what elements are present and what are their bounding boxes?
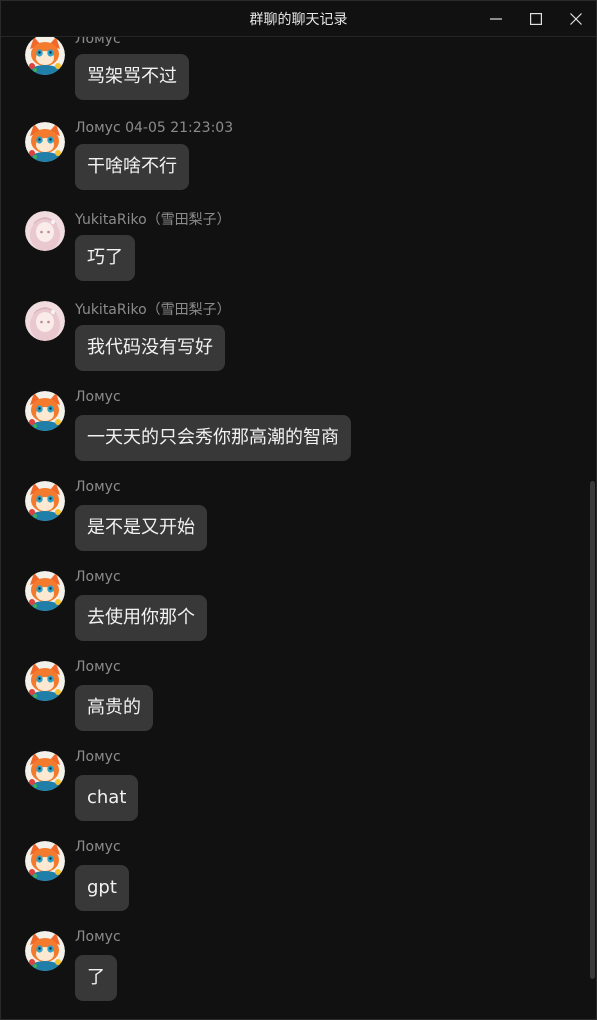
avatar[interactable] xyxy=(25,122,65,162)
avatar[interactable] xyxy=(25,841,65,881)
minimize-icon xyxy=(490,17,502,20)
message-item: Ломус 了 xyxy=(1,929,581,1019)
sender-name: Ломус xyxy=(75,749,121,765)
sender-name: Ломус xyxy=(75,37,121,47)
avatar[interactable] xyxy=(25,301,65,341)
fox-avatar-icon xyxy=(25,391,65,431)
avatar[interactable] xyxy=(25,661,65,701)
close-icon xyxy=(570,12,582,25)
sender-name: Ломус xyxy=(75,839,121,855)
message-bubble[interactable]: 干啥啥不行 xyxy=(75,144,189,190)
sender-name: Ломус xyxy=(75,479,121,495)
avatar[interactable] xyxy=(25,931,65,971)
girl-avatar-icon xyxy=(25,211,65,251)
title-bar: 群聊的聊天记录 xyxy=(1,1,596,37)
scrollbar-thumb[interactable] xyxy=(590,481,595,979)
sender-name: Ломус xyxy=(75,929,121,945)
sender-name: YukitaRiko（雪田梨子） xyxy=(75,212,231,228)
avatar[interactable] xyxy=(25,211,65,251)
fox-avatar-icon xyxy=(25,481,65,521)
message-item: Ломус 是不是又开始 xyxy=(1,479,581,571)
message-list[interactable]: Ломус 骂架骂不过 Ломус 04-05 21:23:03 干啥啥不行 Y… xyxy=(1,37,596,1019)
message-item: YukitaRiko（雪田梨子） 巧了 xyxy=(1,211,581,301)
sender-name: Ломус xyxy=(75,569,121,585)
sender-name: Ломус xyxy=(75,659,121,675)
girl-avatar-icon xyxy=(25,301,65,341)
avatar[interactable] xyxy=(25,37,65,75)
message-item: Ломус gpt xyxy=(1,839,581,931)
maximize-button[interactable] xyxy=(516,1,556,36)
avatar[interactable] xyxy=(25,571,65,611)
close-button[interactable] xyxy=(556,1,596,36)
fox-avatar-icon xyxy=(25,841,65,881)
message-bubble[interactable]: 是不是又开始 xyxy=(75,505,207,551)
sender-name: Ломус xyxy=(75,389,121,405)
message-item: Ломус chat xyxy=(1,749,581,841)
scrollbar[interactable] xyxy=(588,37,596,1019)
sender-name: YukitaRiko（雪田梨子） xyxy=(75,302,231,318)
message-bubble[interactable]: 巧了 xyxy=(75,235,135,281)
fox-avatar-icon xyxy=(25,37,65,75)
message-item: Ломус 一天天的只会秀你那高潮的智商 xyxy=(1,389,581,481)
fox-avatar-icon xyxy=(25,661,65,701)
fox-avatar-icon xyxy=(25,122,65,162)
fox-avatar-icon xyxy=(25,931,65,971)
avatar[interactable] xyxy=(25,481,65,521)
message-bubble[interactable]: 骂架骂不过 xyxy=(75,54,189,100)
message-bubble[interactable]: chat xyxy=(75,775,139,821)
message-bubble[interactable]: gpt xyxy=(75,865,129,911)
avatar[interactable] xyxy=(25,391,65,431)
fox-avatar-icon xyxy=(25,751,65,791)
maximize-icon xyxy=(530,12,542,25)
message-bubble[interactable]: 高贵的 xyxy=(75,685,153,731)
message-bubble[interactable]: 去使用你那个 xyxy=(75,595,207,641)
fox-avatar-icon xyxy=(25,571,65,611)
message-item: Ломус 高贵的 xyxy=(1,659,581,751)
message-item: Ломус 骂架骂不过 xyxy=(1,37,581,127)
message-bubble[interactable]: 我代码没有写好 xyxy=(75,325,225,371)
message-bubble[interactable]: 一天天的只会秀你那高潮的智商 xyxy=(75,415,351,461)
window-controls xyxy=(476,1,596,36)
minimize-button[interactable] xyxy=(476,1,516,36)
sender-name: Ломус 04-05 21:23:03 xyxy=(75,120,234,136)
avatar[interactable] xyxy=(25,751,65,791)
message-bubble[interactable]: 了 xyxy=(75,955,117,1001)
chat-history-window: 群聊的聊天记录 Ломус 骂架骂不过 Ломус 04-05 21:23:03… xyxy=(0,0,597,1020)
message-item: YukitaRiko（雪田梨子） 我代码没有写好 xyxy=(1,301,581,391)
message-item: Ломус 去使用你那个 xyxy=(1,569,581,661)
window-title: 群聊的聊天记录 xyxy=(249,11,348,28)
message-item: Ломус 04-05 21:23:03 干啥啥不行 xyxy=(1,120,581,212)
